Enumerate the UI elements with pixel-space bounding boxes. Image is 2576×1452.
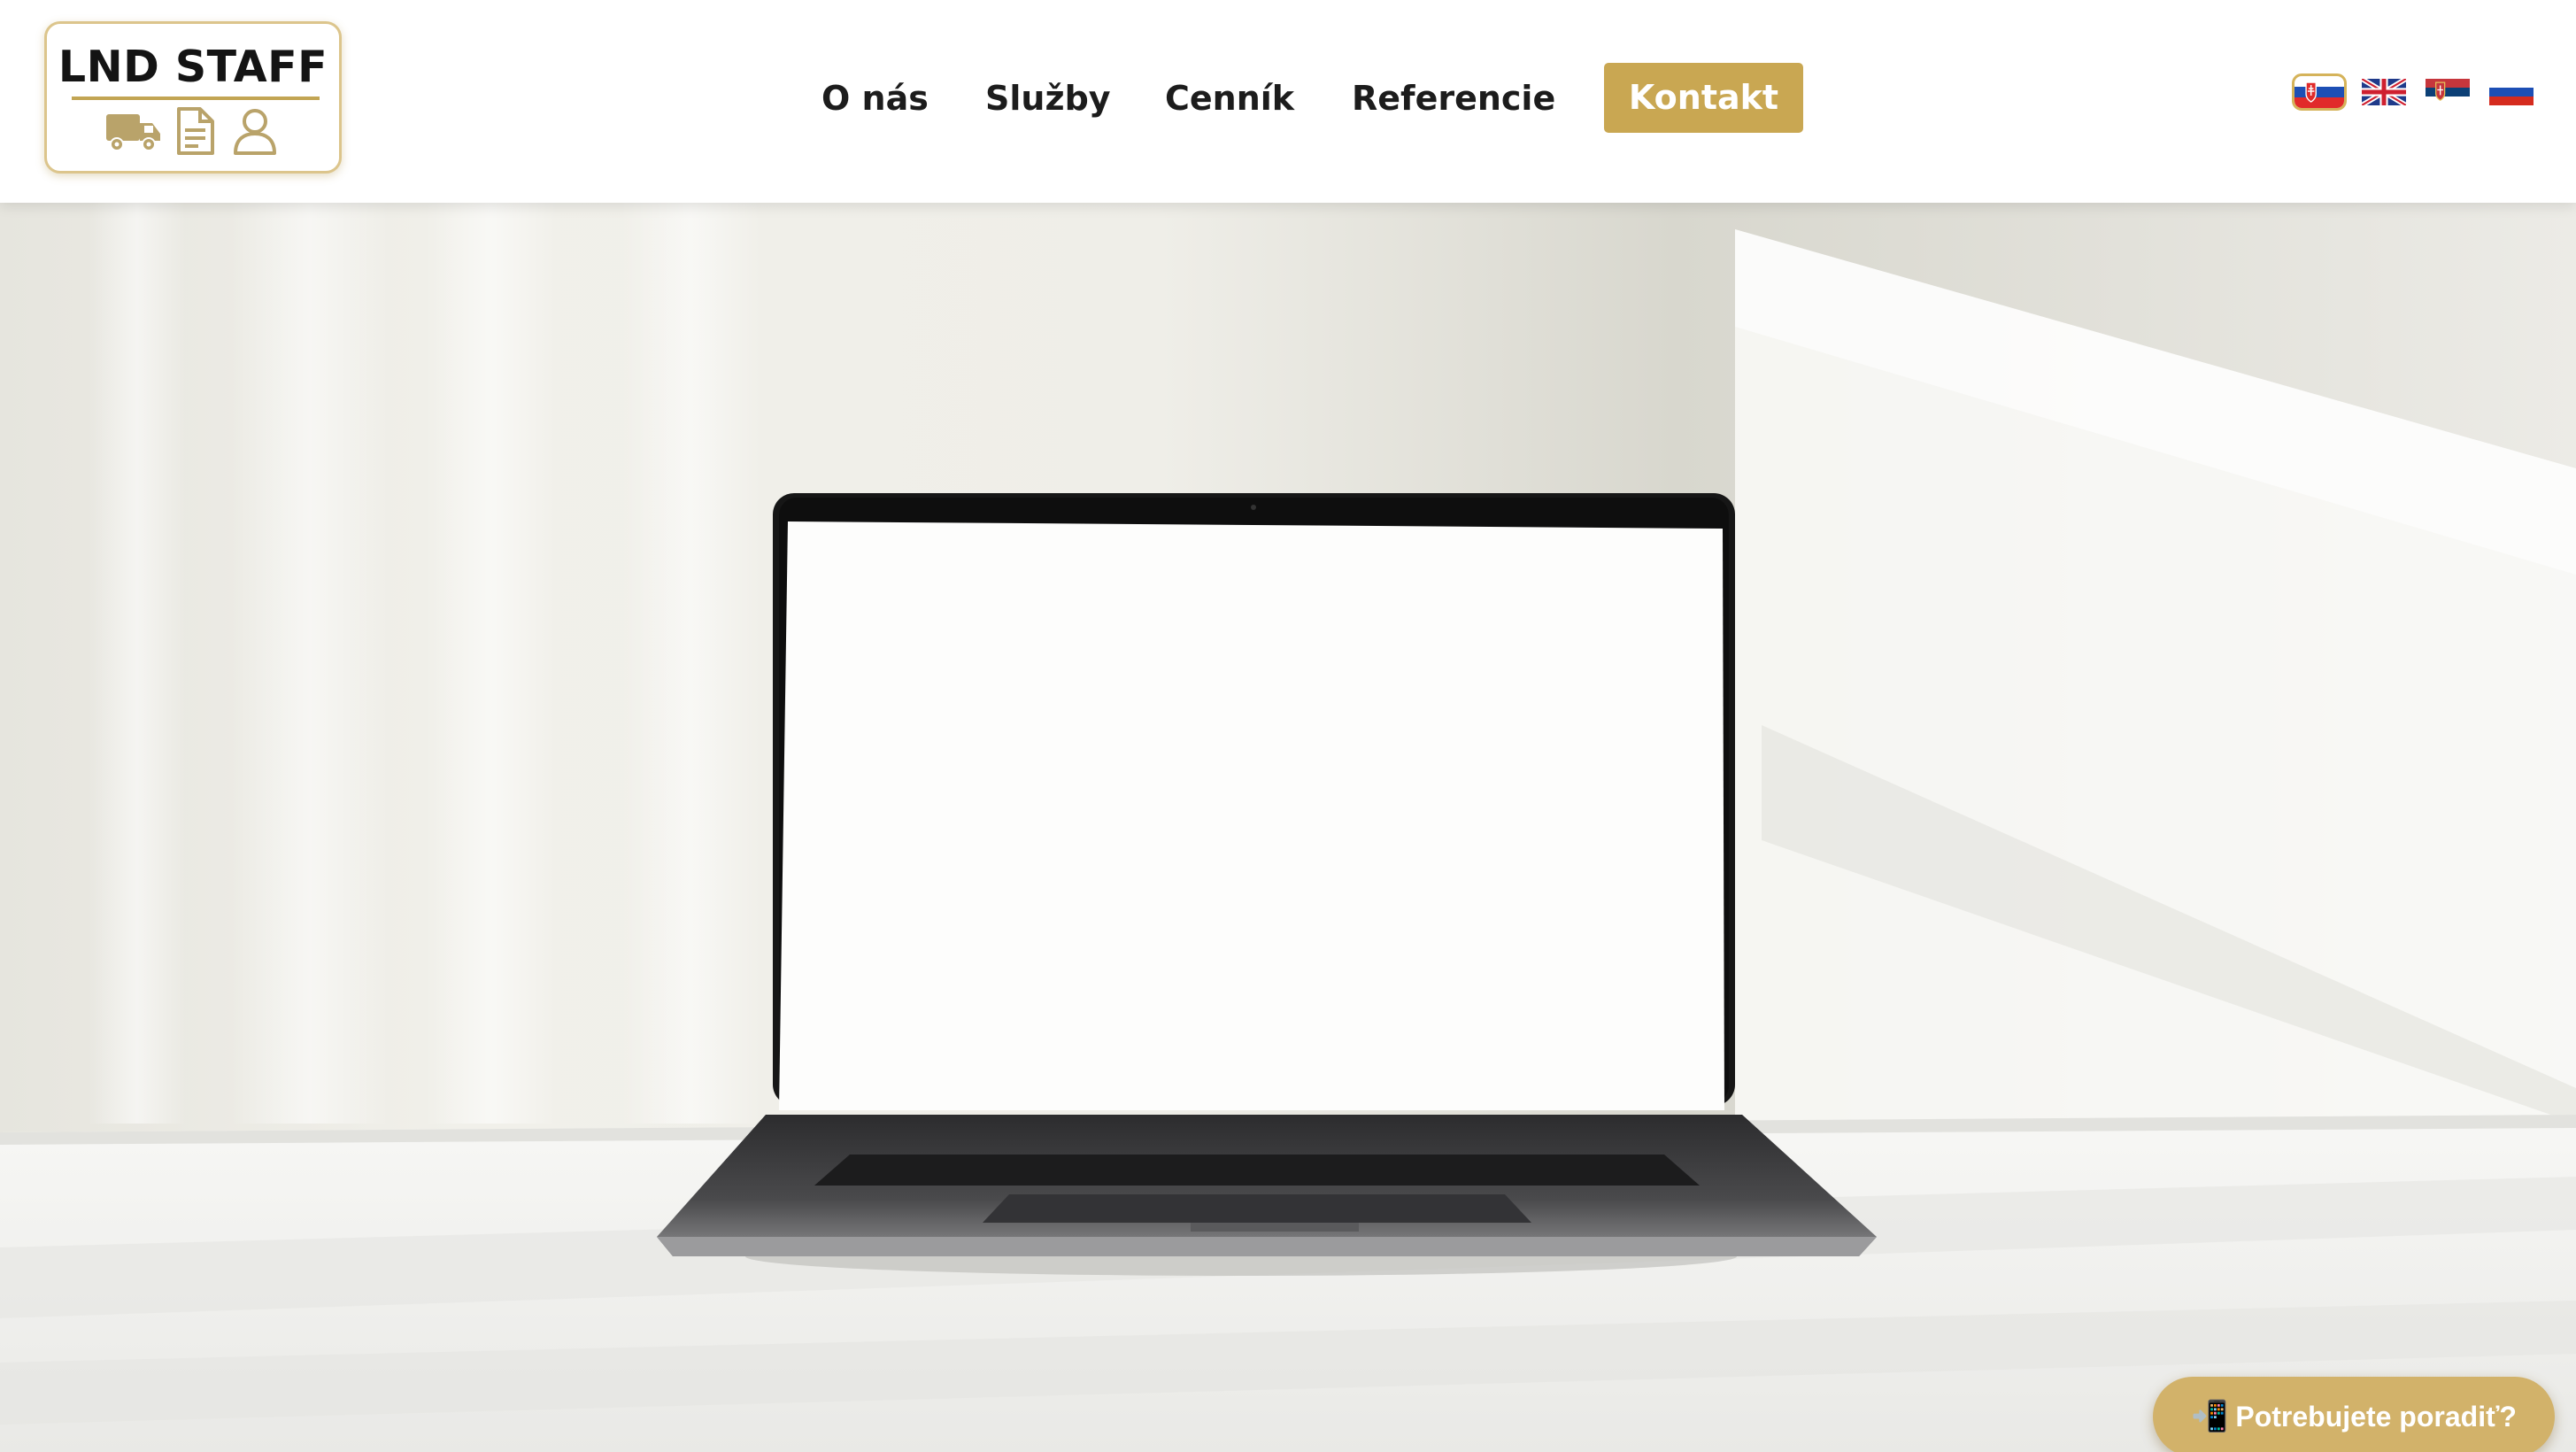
hero-image: 📲 Potrebujete poradiť? (0, 203, 2576, 1452)
serbia-flag-icon[interactable] (2426, 79, 2470, 105)
nav-item-referencie[interactable]: Referencie (1352, 63, 1555, 134)
chat-button[interactable]: 📲 Potrebujete poradiť? (2153, 1377, 2555, 1452)
laptop-on-desk-photo (0, 203, 2576, 1452)
main-nav: O nás Služby Cenník Referencie (0, 63, 2576, 134)
nav-item-cennik[interactable]: Cenník (1165, 63, 1294, 134)
nav-item-sluzby[interactable]: Služby (985, 63, 1111, 134)
russia-flag-icon[interactable] (2489, 79, 2534, 105)
contact-button[interactable]: Kontakt (1604, 63, 1803, 133)
mobile-phone-icon: 📲 (2191, 1400, 2229, 1433)
chat-button-label: Potrebujete poradiť? (2235, 1400, 2517, 1433)
nav-item-o-nas[interactable]: O nás (821, 63, 929, 134)
slovakia-flag-icon[interactable] (2292, 73, 2347, 111)
uk-flag-icon[interactable] (2362, 79, 2406, 105)
site-header: LND STAFF O nás Služby Cenník Referencie… (0, 0, 2576, 203)
